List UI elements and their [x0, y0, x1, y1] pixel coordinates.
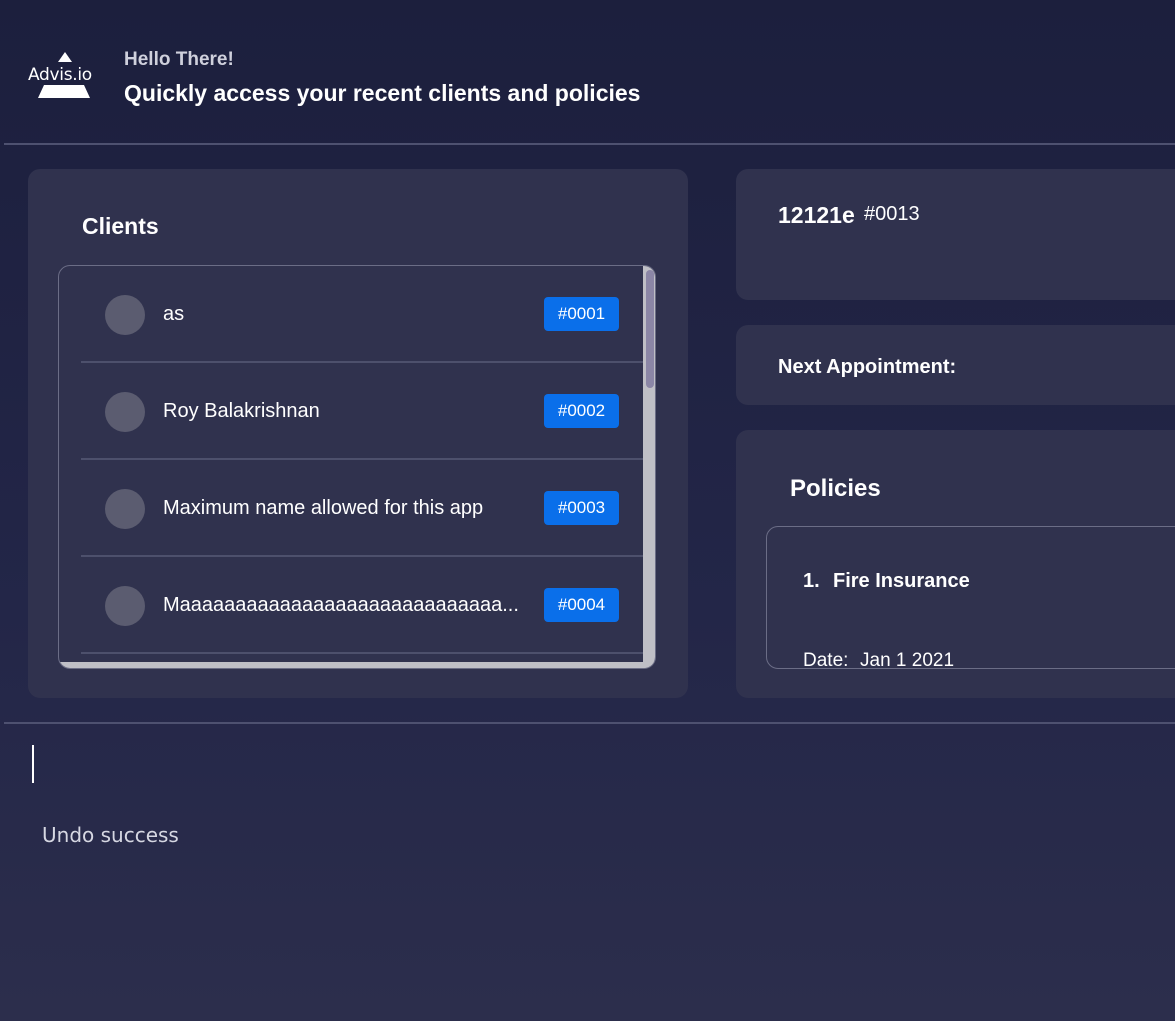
clients-panel: Clients as #0001 Roy Balakrishnan #0002 …: [28, 169, 688, 698]
client-detail-id: #0013: [864, 203, 920, 225]
next-appointment-panel: Next Appointment:: [736, 325, 1175, 405]
policy-date-label: Date:: [803, 650, 849, 669]
policy-number: 1.: [803, 570, 820, 592]
client-list-item[interactable]: Roy Balakrishnan #0002: [81, 363, 643, 460]
clients-title: Clients: [82, 213, 159, 239]
client-list-item[interactable]: Maaaaaaaaaaaaaaaaaaaaaaaaaaaaa... #0004: [81, 557, 643, 654]
header: Advis.io Hello There! Quickly access you…: [0, 0, 1175, 143]
logo-triangle-icon: [58, 52, 72, 62]
scrollbar-thumb[interactable]: [646, 270, 654, 388]
policies-panel: Policies 1. Fire Insurance Date: Jan 1 2…: [736, 430, 1175, 698]
avatar: [105, 392, 145, 432]
logo-base-icon: [38, 85, 90, 98]
clients-list[interactable]: as #0001 Roy Balakrishnan #0002 Maximum …: [58, 265, 656, 669]
command-input[interactable]: [28, 740, 1172, 792]
avatar: [105, 586, 145, 626]
client-id-badge: #0003: [544, 491, 619, 525]
client-id-badge: #0001: [544, 297, 619, 331]
client-detail-panel: 12121e #0013: [736, 169, 1175, 300]
client-id-badge: #0004: [544, 588, 619, 622]
command-result: Undo success: [42, 823, 179, 847]
app-window: Advis.io Hello There! Quickly access you…: [0, 0, 1175, 1021]
client-detail-name: 12121e: [778, 202, 855, 228]
client-name: Maaaaaaaaaaaaaaaaaaaaaaaaaaaaa...: [163, 594, 519, 616]
page-subtitle: Quickly access your recent clients and p…: [124, 80, 641, 106]
horizontal-scrollbar[interactable]: [59, 662, 655, 668]
client-list-item[interactable]: as #0001: [81, 266, 643, 363]
avatar: [105, 295, 145, 335]
client-name: Maximum name allowed for this app: [163, 497, 484, 519]
client-name: as: [163, 303, 185, 325]
policy-date: Jan 1 2021: [860, 650, 955, 669]
header-divider: [4, 143, 1175, 145]
greeting: Hello There!: [124, 49, 234, 70]
app-logo: Advis.io: [28, 52, 102, 100]
policy-card[interactable]: 1. Fire Insurance Date: Jan 1 2021: [766, 526, 1175, 669]
avatar: [105, 489, 145, 529]
client-id-badge: #0002: [544, 394, 619, 428]
next-appointment-label: Next Appointment:: [778, 356, 957, 378]
logo-text: Advis.io: [28, 65, 92, 85]
text-caret: [32, 745, 34, 783]
policy-name: Fire Insurance: [833, 570, 970, 592]
command-divider: [4, 722, 1175, 724]
client-name: Roy Balakrishnan: [163, 400, 320, 422]
client-list-item[interactable]: Maximum name allowed for this app #0003: [81, 460, 643, 557]
policies-title: Policies: [790, 475, 881, 502]
